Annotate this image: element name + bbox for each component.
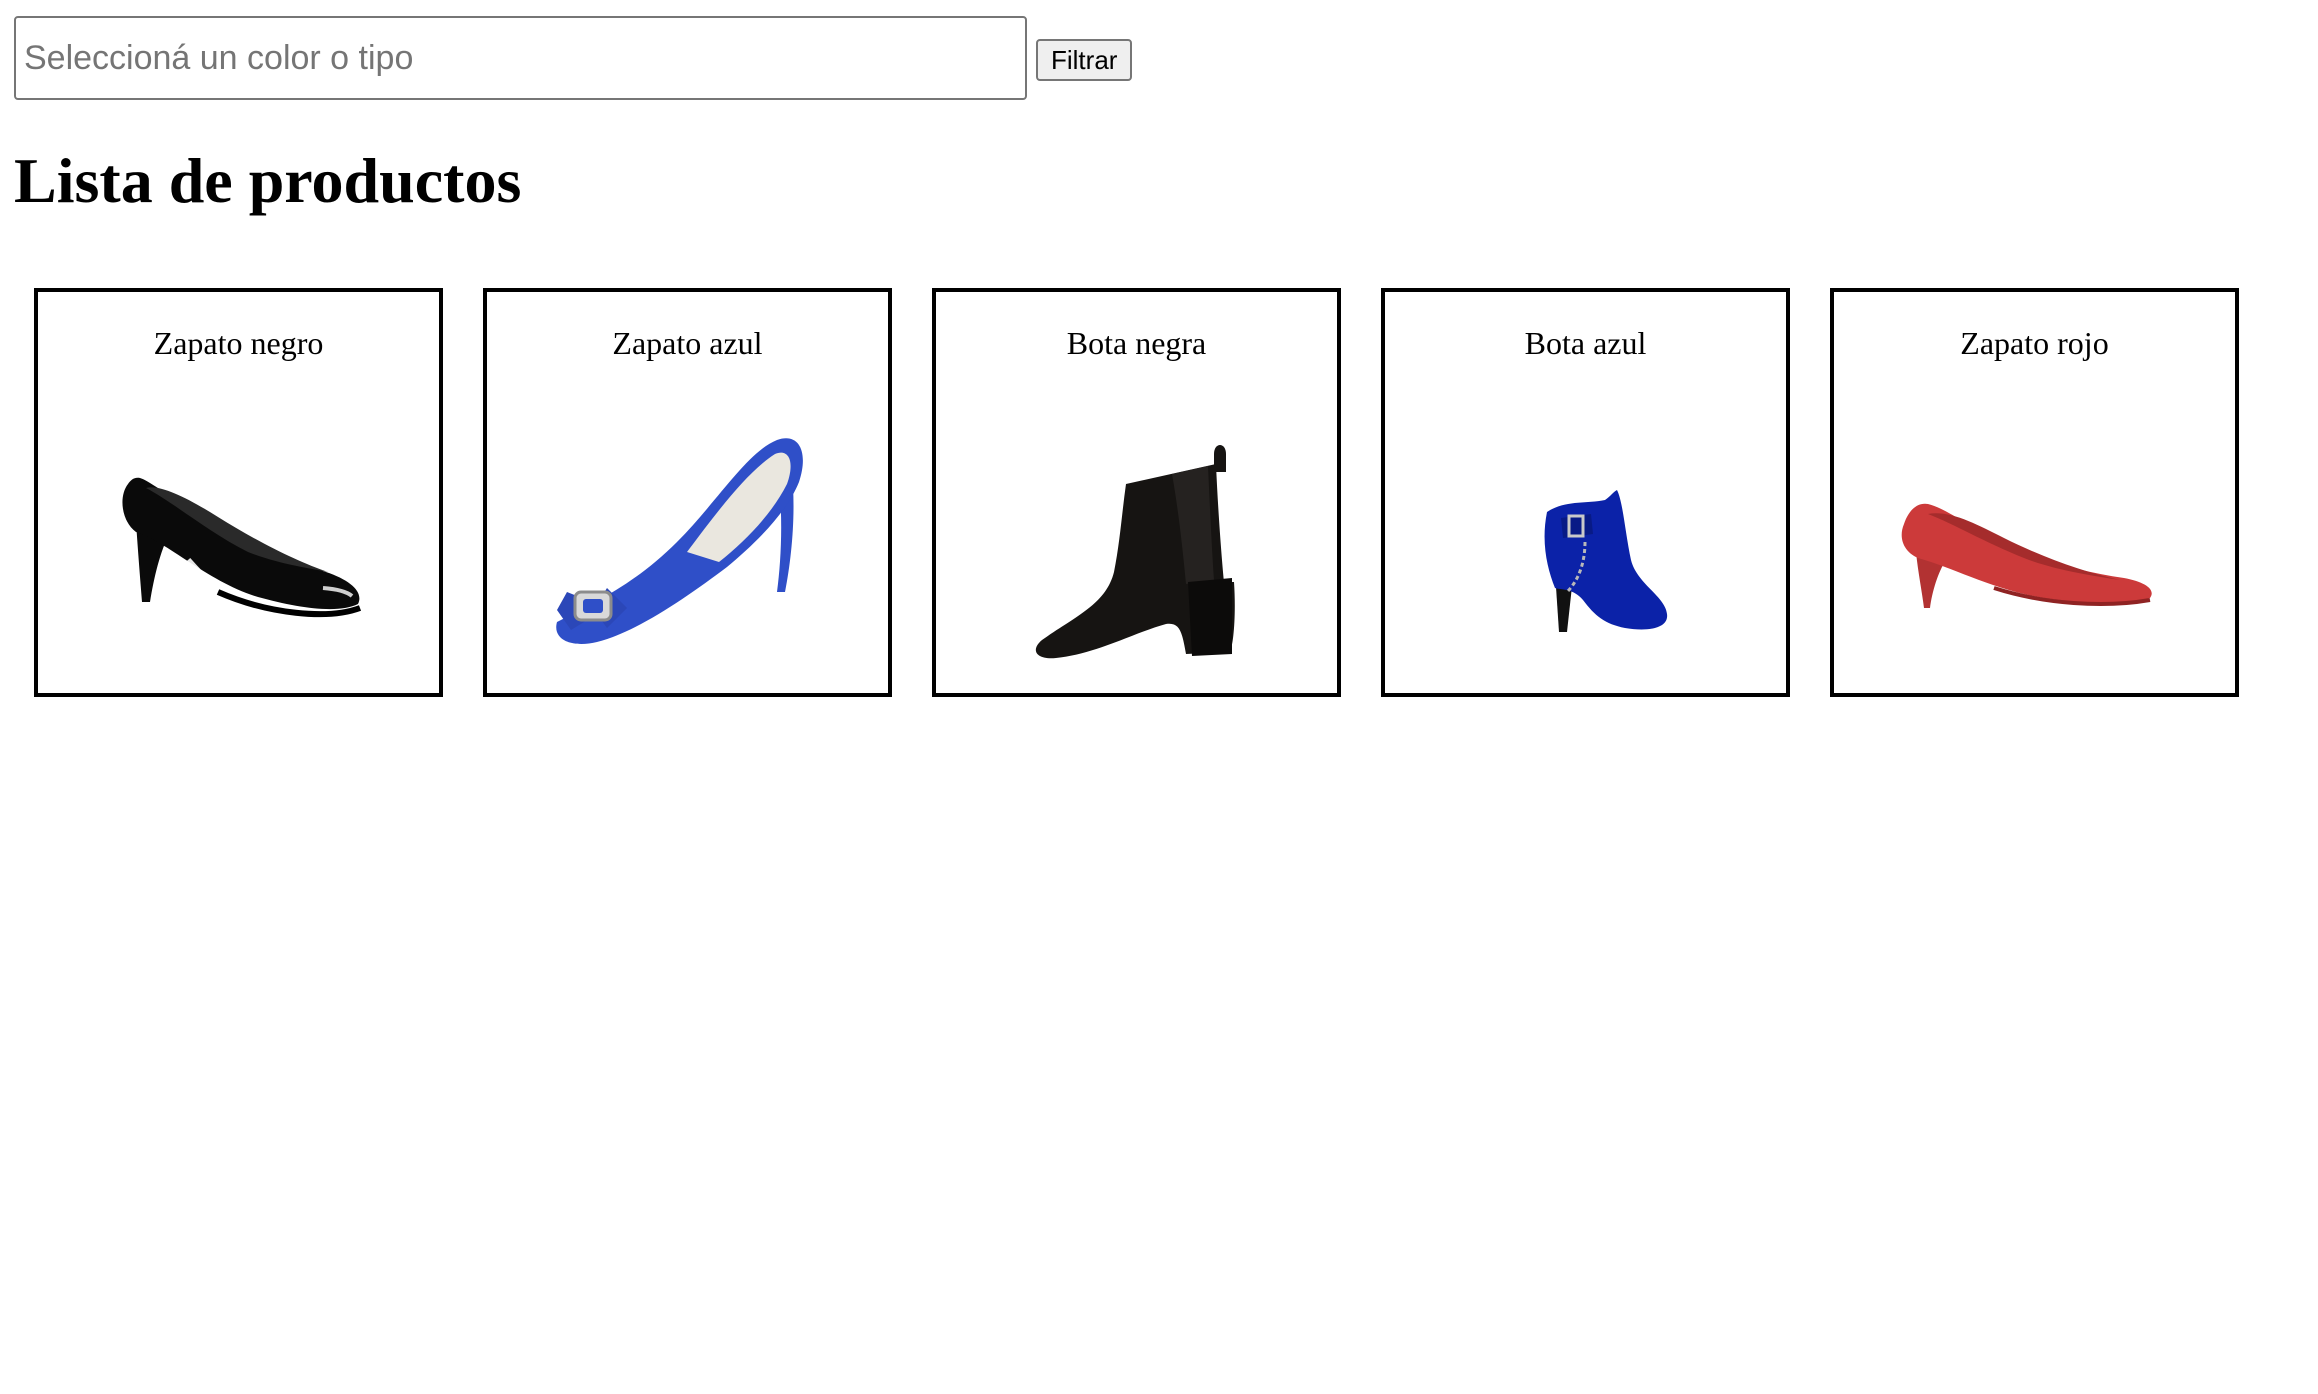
product-name: Zapato rojo [1960,325,2109,361]
black-pump-shoe-image [88,392,388,682]
filter-input[interactable] [14,16,1027,100]
product-card[interactable]: Bota negra [932,288,1341,697]
page: Filtrar Lista de productos Zapato negro [0,0,2318,1394]
product-name: Bota negra [1066,325,1207,361]
filter-button[interactable]: Filtrar [1036,39,1133,81]
product-name: Zapato azul [612,325,763,361]
product-card[interactable]: Zapato azul [483,288,892,697]
product-card[interactable]: Bota azul [1381,288,1790,697]
blue-pump-shoe-image [537,392,837,682]
page-title: Lista de productos [14,145,522,216]
product-name: Zapato negro [153,325,324,361]
red-pump-shoe-image [1884,392,2184,682]
product-card[interactable]: Zapato rojo [1830,288,2239,697]
product-list: Zapato negro Zapato azul Bota negra Bota… [34,288,2239,697]
product-card[interactable]: Zapato negro [34,288,443,697]
product-name: Bota azul [1524,325,1647,361]
filter-bar: Filtrar [14,16,1133,100]
black-ankle-boot-image [986,392,1286,682]
blue-ankle-boot-image [1435,392,1735,682]
